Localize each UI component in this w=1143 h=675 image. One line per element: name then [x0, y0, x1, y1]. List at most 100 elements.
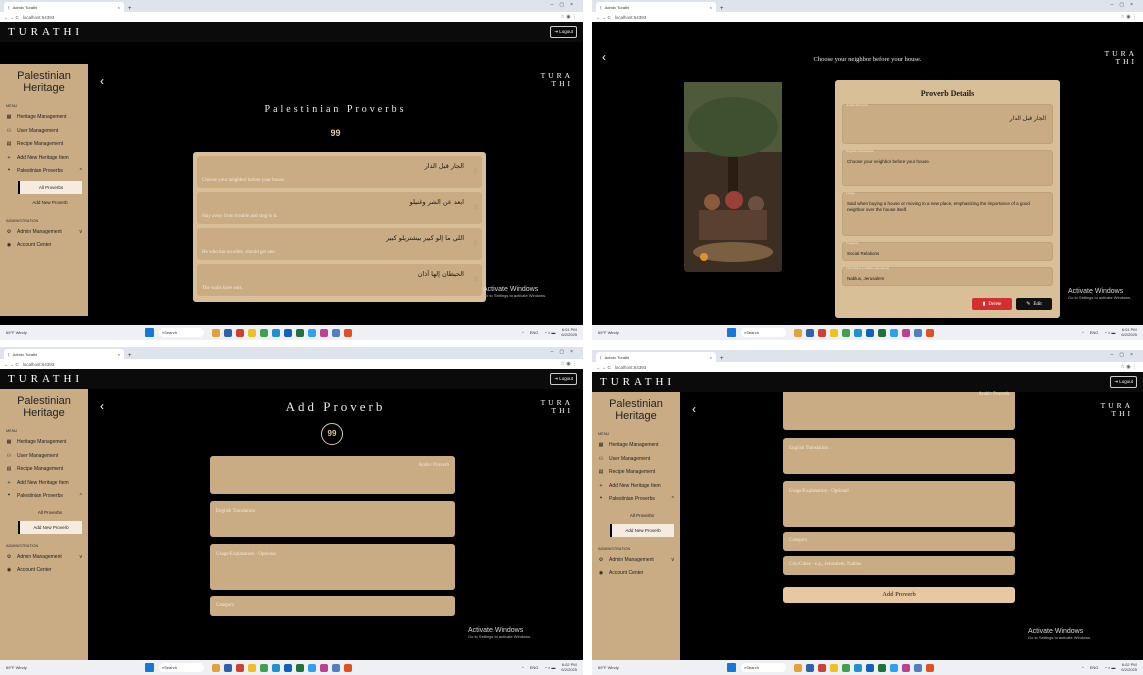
sidebar-sub-all-proverbs[interactable]: All Proverbs — [610, 509, 674, 522]
browser-tab[interactable]: ⟨ Admin Turathi × — [596, 2, 716, 12]
browser-actions-icon[interactable]: ☆ ◉ ⋮ — [560, 361, 577, 367]
list-item[interactable]: الحيطان إلها آذان The walls have ears. ▯ — [197, 264, 482, 296]
usage-input[interactable]: Usage/Explanation - Optional — [210, 544, 455, 590]
weather-widget[interactable]: 69°F Windy — [592, 665, 652, 670]
sidebar-item-heritage[interactable]: ▦ Heritage Management — [592, 439, 680, 453]
sidebar-item-admin[interactable]: ⚙ Admin Management v — [0, 551, 88, 565]
system-tray[interactable]: ^ ENG ◔ ◖ ▬ 6:01 PM 6/2/2025 — [522, 327, 577, 337]
taskbar-apps[interactable] — [794, 328, 934, 337]
city-input[interactable]: City/Cities - e.g., Jerusalem, Nablus — [783, 556, 1015, 575]
sidebar-item-add-heritage[interactable]: + Add New Heritage Item — [0, 152, 88, 166]
english-translation-input[interactable]: English Translation — [783, 438, 1015, 474]
arabic-proverb-field[interactable]: Arabic Proverb الجار قبل الدار — [842, 103, 1053, 144]
taskbar-apps[interactable] — [794, 663, 934, 672]
back-arrow-icon[interactable]: ‹ — [100, 74, 104, 88]
url-text[interactable]: localhost:64393 — [23, 15, 55, 20]
weather-widget[interactable]: 69°F Windy — [0, 330, 60, 335]
sidebar-item-heritage[interactable]: ▦ Heritage Management — [0, 436, 88, 450]
browser-tab[interactable]: ⟨ Admin Turathi × — [4, 2, 124, 12]
windows-start-icon[interactable] — [145, 663, 154, 672]
clock[interactable]: 6:01 PM 6/2/2025 — [1121, 327, 1137, 337]
sidebar-item-proverbs[interactable]: ❝ Palestinian Proverbs ^ — [0, 490, 88, 504]
sidebar-sub-add-proverb[interactable]: Add New Proverb — [18, 520, 82, 534]
logout-button[interactable]: ⇥ Logout — [1110, 376, 1137, 388]
back-arrow-icon[interactable]: ‹ — [692, 402, 696, 416]
address-bar[interactable]: ← → C localhost:64393 ☆ ◉ ⋮ — [0, 359, 583, 369]
window-controls[interactable]: –▢× — [551, 349, 579, 355]
close-tab-icon[interactable]: × — [118, 5, 120, 10]
arabic-proverb-input[interactable]: Arabic Proverb — [783, 392, 1015, 430]
sidebar-item-add-heritage[interactable]: + Add New Heritage Item — [592, 480, 680, 494]
taskbar-apps[interactable] — [212, 328, 352, 337]
sidebar-item-users[interactable]: ⚇ User Management — [592, 453, 680, 467]
usage-input[interactable]: Usage/Explanation - Optional — [783, 481, 1015, 527]
english-translation-field[interactable]: English Translation Choose your neighbor… — [842, 149, 1053, 186]
system-tray[interactable]: ^ ENG ◔ ◖ ▬ 6:02 PM 6/2/2025 — [1082, 662, 1137, 672]
close-tab-icon[interactable]: × — [710, 5, 712, 10]
window-controls[interactable]: –▢× — [1111, 352, 1139, 358]
browser-actions-icon[interactable]: ☆ ◉ ⋮ — [1120, 14, 1137, 20]
sidebar-sub-add-proverb[interactable]: Add New Proverb — [18, 196, 82, 209]
list-item[interactable]: الجار قبل الدار Choose your neighbor bef… — [197, 156, 482, 188]
sidebar-item-account[interactable]: ◉ Account Center — [0, 564, 88, 578]
address-bar[interactable]: ← → C localhost:64393 ☆ ◉ ⋮ — [592, 12, 1143, 22]
nav-arrows-icon[interactable]: ← → C — [4, 362, 19, 367]
sidebar-sub-all-proverbs[interactable]: All Proverbs — [18, 180, 82, 194]
sidebar-item-heritage[interactable]: ▦ Heritage Management — [0, 111, 88, 125]
windows-start-icon[interactable] — [727, 328, 736, 337]
address-bar[interactable]: ← → C localhost:64393 ☆ ◉ ⋮ — [0, 12, 583, 22]
taskbar-search[interactable]: ⌕ Search — [159, 328, 204, 337]
window-controls[interactable]: –▢× — [1111, 2, 1139, 8]
windows-start-icon[interactable] — [727, 663, 736, 672]
arabic-proverb-input[interactable]: Arabic Proverb — [210, 456, 455, 494]
taskbar-search[interactable]: ⌕ Search — [741, 663, 786, 672]
taskbar-apps[interactable] — [212, 663, 352, 672]
edit-button[interactable]: ✎ Edit — [1016, 298, 1052, 310]
weather-widget[interactable]: 69°F Windy — [0, 665, 60, 670]
sidebar-item-admin[interactable]: ⚙ Admin Management v — [0, 226, 88, 240]
city-field[interactable]: City/Cities (comma separated) Nablus, Je… — [842, 266, 1053, 286]
sidebar-item-admin[interactable]: ⚙ Admin Management v — [592, 554, 680, 568]
sidebar-item-users[interactable]: ⚇ User Management — [0, 125, 88, 139]
system-tray[interactable]: ^ ENG ◔ ◖ ▬ 6:01 PM 6/2/2025 — [1082, 327, 1137, 337]
usage-field[interactable]: Usage Said when buying a house or moving… — [842, 191, 1053, 236]
browser-tab[interactable]: ⟨ Admin Turathi × — [4, 349, 124, 359]
sidebar-sub-add-proverb[interactable]: Add New Proverb — [610, 523, 674, 537]
clock[interactable]: 6:02 PM 6/2/2025 — [561, 662, 577, 672]
taskbar-search[interactable]: ⌕ Search — [159, 663, 204, 672]
close-tab-icon[interactable]: × — [710, 355, 712, 360]
sidebar-item-proverbs[interactable]: ❝ Palestinian Proverbs ^ — [592, 493, 680, 507]
logout-button[interactable]: ⇥ Logout — [550, 373, 577, 385]
nav-arrows-icon[interactable]: ← → C — [596, 15, 611, 20]
sidebar-item-users[interactable]: ⚇ User Management — [0, 450, 88, 464]
sidebar-item-recipes[interactable]: ▤ Recipe Management — [0, 138, 88, 152]
system-tray[interactable]: ^ ENG ◔ ◖ ▬ 6:02 PM 6/2/2025 — [522, 662, 577, 672]
delete-button[interactable]: ▮ Delete — [972, 298, 1012, 310]
english-translation-input[interactable]: English Translation — [210, 501, 455, 537]
nav-arrows-icon[interactable]: ← → C — [4, 15, 19, 20]
browser-tab[interactable]: ⟨ Admin Turathi × — [596, 352, 716, 362]
clock[interactable]: 6:02 PM 6/2/2025 — [1121, 662, 1137, 672]
window-controls[interactable]: –▢× — [551, 2, 579, 8]
list-item[interactable]: اللي ما إلو كبير بيشتريلو كبير He who ha… — [197, 228, 482, 260]
browser-actions-icon[interactable]: ☆ ◉ ⋮ — [1120, 364, 1137, 370]
category-field[interactable]: Category Social Relations — [842, 241, 1053, 261]
nav-arrows-icon[interactable]: ← → C — [596, 365, 611, 370]
address-bar[interactable]: ← → C localhost:64393 ☆ ◉ ⋮ — [592, 362, 1143, 372]
category-input[interactable]: Category — [783, 532, 1015, 551]
sidebar-item-recipes[interactable]: ▤ Recipe Management — [592, 466, 680, 480]
category-input[interactable]: Category — [210, 596, 455, 616]
sidebar-item-recipes[interactable]: ▤ Recipe Management — [0, 463, 88, 477]
sidebar-item-add-heritage[interactable]: + Add New Heritage Item — [0, 477, 88, 491]
trash-icon[interactable]: ▯ — [474, 240, 477, 246]
sidebar-sub-all-proverbs[interactable]: All Proverbs — [18, 506, 82, 519]
close-tab-icon[interactable]: × — [118, 352, 120, 357]
trash-icon[interactable]: ▯ — [474, 204, 477, 210]
logout-button[interactable]: ⇥ Logout — [550, 26, 577, 38]
trash-icon[interactable]: ▯ — [474, 276, 477, 282]
clock[interactable]: 6:01 PM 6/2/2025 — [561, 327, 577, 337]
taskbar-search[interactable]: ⌕ Search — [741, 328, 786, 337]
list-item[interactable]: ابعد عن الشر وغنيلو Stay away from troub… — [197, 192, 482, 224]
sidebar-item-proverbs[interactable]: ❝ Palestinian Proverbs ^ — [0, 165, 88, 179]
weather-widget[interactable]: 69°F Windy — [592, 330, 652, 335]
